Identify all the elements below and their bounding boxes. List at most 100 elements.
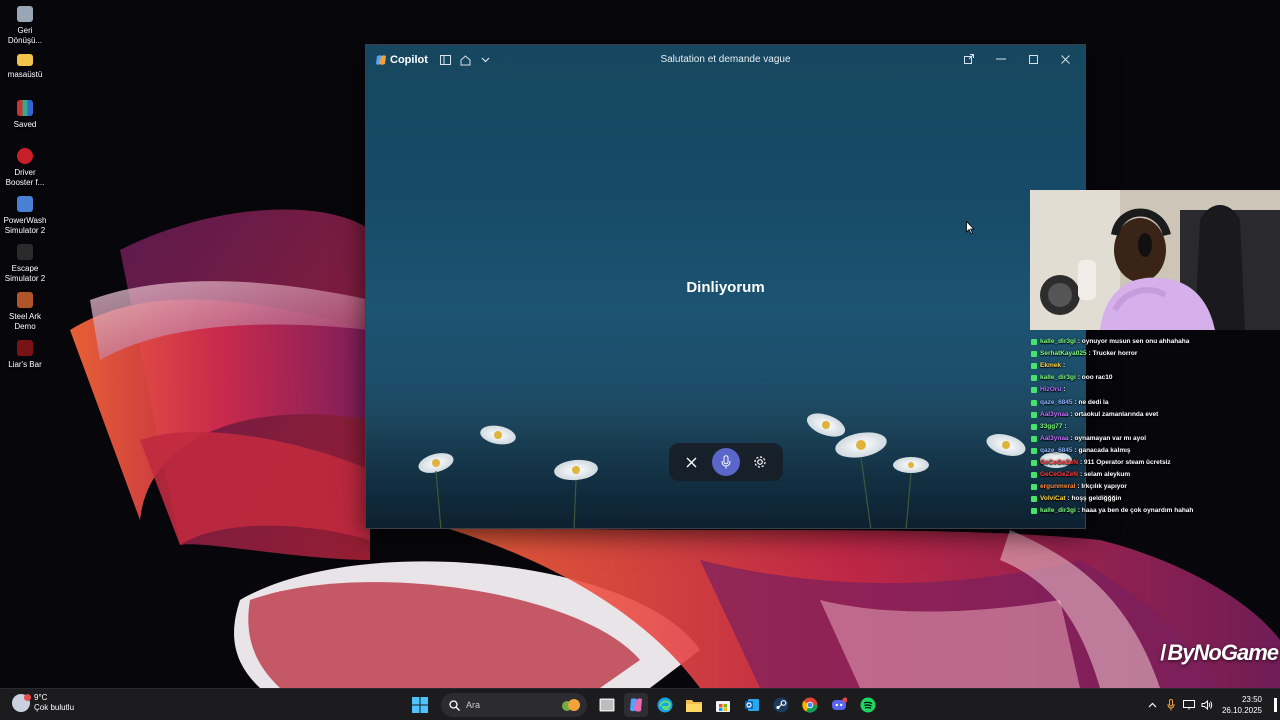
clock[interactable]: 23:50 26.10.2025 (1222, 694, 1262, 716)
chat-message: HizOru: (1031, 384, 1280, 396)
desktop-icon-label: Saved (13, 120, 37, 129)
copilot-brand: Copilot (375, 54, 428, 66)
powerwash-icon (17, 196, 33, 212)
copilot-icon (630, 698, 642, 712)
liars-bar-icon (17, 340, 33, 356)
edge-icon (657, 697, 673, 713)
search-highlight-icon (562, 699, 580, 711)
desktop-icon-masaustu[interactable]: masaüstü (0, 54, 50, 80)
kick-badge-icon (1031, 447, 1037, 454)
file-explorer-icon (686, 700, 702, 712)
copilot-brand-name: Copilot (390, 54, 428, 66)
kick-badge-icon (1031, 423, 1037, 430)
taskbar-chrome[interactable] (798, 693, 822, 717)
close-icon[interactable] (1049, 49, 1081, 69)
chat-text: : ooo rac10 (1077, 374, 1113, 382)
microsoft-store-icon (716, 701, 730, 712)
end-voice-button[interactable] (679, 449, 705, 475)
chat-text: : oynamayan var mı ayol (1070, 434, 1147, 442)
chat-username: 33gg77 (1040, 422, 1063, 430)
chat-username: VolviCat (1040, 495, 1066, 503)
chat-username: SerhatKaya025 (1040, 350, 1087, 358)
sidebar-toggle-icon[interactable] (436, 50, 456, 70)
task-view-button[interactable] (595, 693, 619, 717)
kick-badge-icon (1031, 387, 1037, 394)
chat-message: VolviCat: hoşş geldiğğğin (1031, 493, 1280, 505)
chat-username: kalle_dir3gi (1040, 507, 1076, 515)
desktop-icon-saved[interactable]: Saved (0, 100, 50, 130)
chat-message: ergunmeral: Irkçılık yapıyor (1031, 481, 1280, 493)
desktop-icon-label: Escape Simulator 2 (4, 264, 46, 283)
show-desktop-edge[interactable] (1274, 698, 1277, 712)
folder-icon (17, 54, 33, 66)
pop-out-icon[interactable] (953, 49, 985, 69)
taskbar-outlook[interactable] (740, 693, 764, 717)
minimize-icon[interactable] (985, 49, 1017, 69)
chat-message: qaze_6845: ne dedi la (1031, 396, 1280, 408)
stream-chat: kalle_dir3gi: oynuyor musun sen onu ahha… (1031, 336, 1280, 517)
chat-message: GeCeGeZeN: 911 Operator steam ücretsiz (1031, 457, 1280, 469)
desktop-icon-label: masaüstü (7, 70, 43, 79)
network-icon[interactable] (1180, 696, 1198, 714)
chat-text: : Trucker horror (1088, 350, 1138, 358)
chat-message: SerhatKaya025: Trucker horror (1031, 348, 1280, 360)
kick-badge-icon (1031, 496, 1037, 503)
chat-username: kalle_dir3gi (1040, 338, 1076, 346)
outlook-icon (745, 699, 759, 711)
chat-message: kalle_dir3gi: ooo rac10 (1031, 372, 1280, 384)
taskbar-apps: Ara (408, 693, 885, 717)
chat-username: Ekmek (1040, 362, 1061, 370)
search-icon (449, 699, 460, 711)
chat-text: : (1063, 386, 1066, 394)
chat-text: : haaa ya ben de çok oynardım hahah (1077, 507, 1194, 515)
taskbar-copilot[interactable] (624, 693, 648, 717)
desktop-icon-driver-booster[interactable]: Driver Booster f... (0, 148, 50, 188)
chevron-up-icon[interactable] (1144, 696, 1162, 714)
clock-date: 26.10.2025 (1221, 706, 1262, 715)
taskbar-edge[interactable] (653, 693, 677, 717)
chat-username: qaze_6845 (1040, 446, 1073, 454)
chat-username: HizOru (1040, 386, 1062, 394)
taskbar-discord[interactable] (827, 693, 851, 717)
taskbar-steam[interactable] (769, 693, 793, 717)
chat-text: : oynuyor musun sen onu ahhahaha (1077, 338, 1190, 346)
chat-username: GeCeGeZeN (1040, 471, 1078, 479)
desktop-icon-recycle-bin[interactable]: Geri Dönüşü... (0, 6, 50, 46)
desktop-icon-steel-ark[interactable]: Steel Ark Demo (0, 292, 50, 332)
chat-username: ergunmeral (1040, 483, 1076, 491)
recycle-bin-icon (17, 6, 33, 22)
listening-status: Dinliyorum (686, 279, 765, 296)
escape-simulator-icon (17, 244, 33, 260)
windows-start-icon (412, 697, 428, 713)
taskbar: 9°C Çok bulutlu Ara 23:50 26.10.2025 (0, 688, 1280, 720)
settings-gear-icon[interactable] (747, 449, 773, 475)
kick-badge-icon (1031, 351, 1037, 358)
driver-booster-icon (17, 148, 33, 164)
steel-ark-icon (17, 292, 33, 308)
microphone-button[interactable] (711, 448, 740, 476)
maximize-icon[interactable] (1017, 49, 1049, 69)
chevron-down-icon[interactable] (476, 50, 496, 70)
taskbar-search[interactable]: Ara (441, 693, 587, 717)
taskbar-spotify[interactable] (856, 693, 880, 717)
volume-icon[interactable] (1198, 696, 1216, 714)
weather-widget[interactable]: 9°C Çok bulutlu (12, 693, 74, 713)
chat-username: kalle_dir3gi (1040, 374, 1076, 382)
chat-text: : Irkçılık yapıyor (1077, 483, 1127, 491)
discord-icon (832, 697, 847, 710)
kick-badge-icon (1031, 459, 1037, 466)
desktop-icon-powerwash[interactable]: PowerWash Simulator 2 (0, 196, 50, 236)
taskbar-store[interactable] (711, 693, 735, 717)
home-icon[interactable] (456, 50, 476, 70)
chat-message: kalle_dir3gi: haaa ya ben de çok oynardı… (1031, 505, 1280, 517)
chat-message: Ekmek: (1031, 360, 1280, 372)
chat-username: Aal3ynaa (1040, 410, 1069, 418)
microphone-tray-icon[interactable] (1162, 696, 1180, 714)
start-button[interactable] (408, 693, 432, 717)
chat-text: : hoşş geldiğğğin (1067, 495, 1122, 503)
desktop-icon-liars-bar[interactable]: Liar's Bar (0, 340, 50, 370)
desktop-icon-escape-simulator[interactable]: Escape Simulator 2 (0, 244, 50, 284)
kick-badge-icon (1031, 435, 1037, 442)
taskbar-file-explorer[interactable] (682, 693, 706, 717)
kick-badge-icon (1031, 472, 1037, 479)
